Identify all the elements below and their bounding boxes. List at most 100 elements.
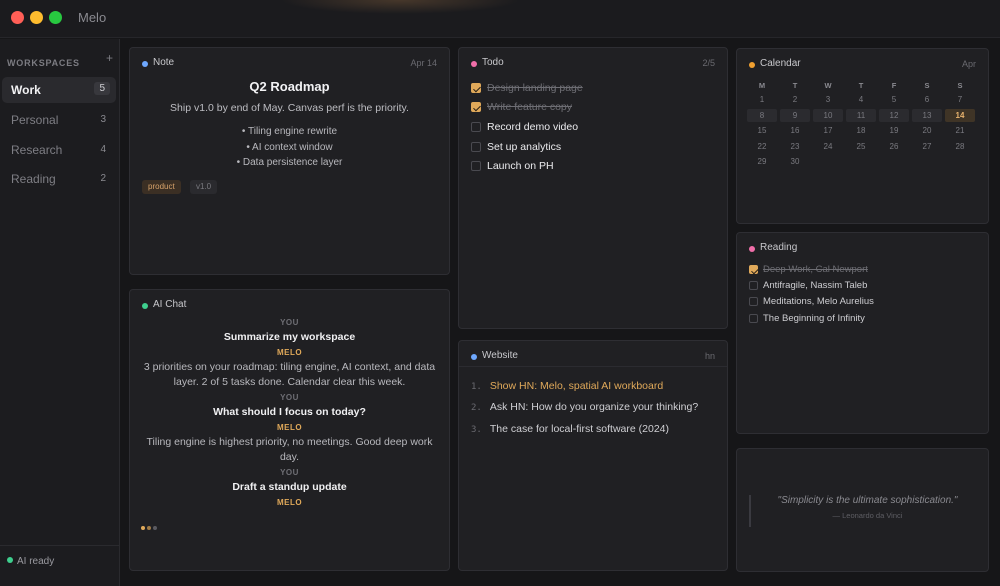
note-title[interactable]: Q2 Roadmap bbox=[130, 79, 449, 94]
calendar-day[interactable]: 13 bbox=[912, 108, 942, 122]
sidebar-item-personal[interactable]: Personal 3 bbox=[2, 107, 116, 133]
note-bullet: • AI context window bbox=[246, 141, 333, 153]
checkbox-icon[interactable] bbox=[471, 142, 481, 152]
panel-title: Website bbox=[482, 350, 518, 361]
panel-title: AI Chat bbox=[153, 299, 187, 310]
todo-panel[interactable]: Todo 2/5 Design landing page Write featu… bbox=[458, 47, 728, 329]
calendar-day[interactable]: 2 bbox=[780, 93, 810, 106]
calendar-panel[interactable]: Calendar Apr M T W T F S S 1 2 3 4 5 6 7 8 9 10 11 12 13 14 1… bbox=[736, 48, 989, 224]
checkbox-icon[interactable] bbox=[749, 297, 758, 306]
checkbox-checked-icon[interactable] bbox=[471, 102, 481, 112]
sidebar-item-count: 2 bbox=[100, 173, 106, 184]
note-bullet: • Data persistence layer bbox=[236, 157, 343, 168]
calendar-day[interactable]: 10 bbox=[813, 108, 843, 122]
quote-panel[interactable]: "Simplicity is the ultimate sophisticati… bbox=[736, 448, 989, 572]
calendar-day[interactable]: 18 bbox=[846, 124, 876, 137]
calendar-day[interactable]: 22 bbox=[747, 140, 777, 153]
reading-panel[interactable]: Reading Deep Work, Cal Newport Antifragi… bbox=[736, 232, 989, 434]
checkbox-icon[interactable] bbox=[749, 314, 758, 323]
link-number: 2. bbox=[471, 403, 482, 413]
ai-label: MELO bbox=[276, 348, 303, 357]
calendar-weekday: S bbox=[957, 81, 963, 90]
calendar-day[interactable]: 12 bbox=[879, 108, 909, 122]
website-panel[interactable]: Website hn 1. Show HN: Melo, spatial AI w… bbox=[458, 340, 728, 571]
panel-header: Todo 2/5 bbox=[471, 57, 715, 71]
calendar-day[interactable]: 7 bbox=[945, 93, 975, 106]
link-text: Ask HN: How do you organize your thinkin… bbox=[489, 401, 699, 413]
calendar-day[interactable]: 28 bbox=[945, 140, 975, 153]
reading-dot-icon bbox=[749, 246, 755, 252]
sidebar-item-research[interactable]: Research 4 bbox=[2, 137, 116, 163]
calendar-day[interactable]: 11 bbox=[846, 108, 876, 122]
todo-text: Set up analytics bbox=[487, 141, 562, 153]
calendar-day[interactable]: 4 bbox=[846, 93, 876, 106]
chat-message: YOU Summarize my workspace MELO 3 priori… bbox=[138, 318, 441, 390]
ai-chat-panel[interactable]: AI Chat YOU Summarize my workspace MELO … bbox=[129, 289, 450, 571]
calendar-day[interactable]: 1 bbox=[747, 93, 777, 106]
todo-progress: 2/5 bbox=[702, 58, 715, 68]
checkbox-icon[interactable] bbox=[749, 281, 758, 290]
reading-text: Antifragile, Nassim Taleb bbox=[763, 280, 868, 291]
note-panel[interactable]: Note Apr 14 Q2 Roadmap Ship v1.0 by end … bbox=[129, 47, 450, 275]
calendar-weekday: T bbox=[792, 81, 798, 90]
calendar-day[interactable]: 29 bbox=[747, 155, 777, 168]
panel-divider bbox=[459, 366, 727, 367]
calendar-day[interactable]: 19 bbox=[879, 124, 909, 137]
sidebar-item-count: 4 bbox=[100, 144, 106, 155]
calendar-day[interactable]: 17 bbox=[813, 124, 843, 137]
note-subtitle[interactable]: Ship v1.0 by end of May. Canvas perf is … bbox=[130, 102, 449, 114]
minimize-window-button[interactable] bbox=[30, 11, 43, 24]
calendar-day[interactable]: 27 bbox=[912, 140, 942, 153]
calendar-day[interactable]: 20 bbox=[912, 124, 942, 137]
user-label: YOU bbox=[280, 468, 299, 477]
panel-header: AI Chat bbox=[142, 299, 437, 313]
sidebar-item-label: Reading bbox=[11, 172, 56, 186]
checkbox-checked-icon[interactable] bbox=[471, 83, 481, 93]
panel-title: Calendar bbox=[760, 58, 801, 69]
calendar-day[interactable]: 3 bbox=[813, 93, 843, 106]
calendar-weekday: S bbox=[924, 81, 930, 90]
website-meta: hn bbox=[704, 351, 715, 361]
calendar-day[interactable]: 9 bbox=[780, 108, 810, 122]
calendar-day[interactable]: 16 bbox=[780, 124, 810, 137]
calendar-day[interactable]: 6 bbox=[912, 93, 942, 106]
sidebar-item-label: Research bbox=[11, 143, 63, 157]
todo-dot-icon bbox=[471, 61, 477, 67]
note-dot-icon bbox=[142, 61, 148, 67]
website-link[interactable]: 1. Show HN: Melo, spatial AI workboard bbox=[471, 376, 663, 392]
calendar-day[interactable]: 25 bbox=[846, 140, 876, 153]
checkbox-icon[interactable] bbox=[471, 161, 481, 171]
calendar-day[interactable]: 5 bbox=[879, 93, 909, 106]
chat-message: YOU Draft a standup update MELO bbox=[138, 468, 441, 510]
add-workspace-button[interactable]: + bbox=[106, 51, 113, 65]
calendar-day[interactable]: 15 bbox=[747, 124, 777, 137]
calendar-day[interactable]: 8 bbox=[747, 108, 777, 122]
ai-message: Tiling engine is highest priority, no me… bbox=[146, 436, 433, 463]
checkbox-icon[interactable] bbox=[471, 122, 481, 132]
maximize-window-button[interactable] bbox=[49, 11, 62, 24]
workspaces-header: WORKSPACES + bbox=[7, 51, 113, 68]
calendar-day[interactable]: 30 bbox=[780, 155, 810, 168]
note-bullet: • Tiling engine rewrite bbox=[241, 126, 338, 137]
calendar-day[interactable]: 26 bbox=[879, 140, 909, 153]
calendar-day[interactable]: 24 bbox=[813, 140, 843, 153]
sidebar-item-label: Personal bbox=[11, 113, 59, 127]
calendar-day-today[interactable]: 14 bbox=[945, 108, 975, 122]
sidebar-divider bbox=[0, 545, 119, 546]
calendar-day[interactable]: 21 bbox=[945, 124, 975, 137]
website-link[interactable]: 2. Ask HN: How do you organize your think… bbox=[471, 397, 699, 413]
tag-version[interactable]: v1.0 bbox=[190, 180, 218, 194]
reading-text: Deep Work, Cal Newport bbox=[763, 264, 868, 275]
website-link[interactable]: 3. The case for local-first software (202… bbox=[471, 419, 669, 435]
calendar-day[interactable]: 23 bbox=[780, 140, 810, 153]
sidebar-item-work[interactable]: Work 5 bbox=[2, 77, 116, 103]
close-window-button[interactable] bbox=[11, 11, 24, 24]
tag-product[interactable]: product bbox=[142, 180, 181, 194]
link-text: The case for local-first software (2024) bbox=[489, 423, 669, 435]
link-number: 3. bbox=[471, 425, 482, 435]
website-dot-icon bbox=[471, 354, 477, 360]
checkbox-checked-icon[interactable] bbox=[749, 265, 758, 274]
sidebar-item-reading[interactable]: Reading 2 bbox=[2, 166, 116, 192]
note-date: Apr 14 bbox=[410, 58, 437, 68]
quote-author: — Leonardo da Vinci bbox=[832, 511, 903, 520]
